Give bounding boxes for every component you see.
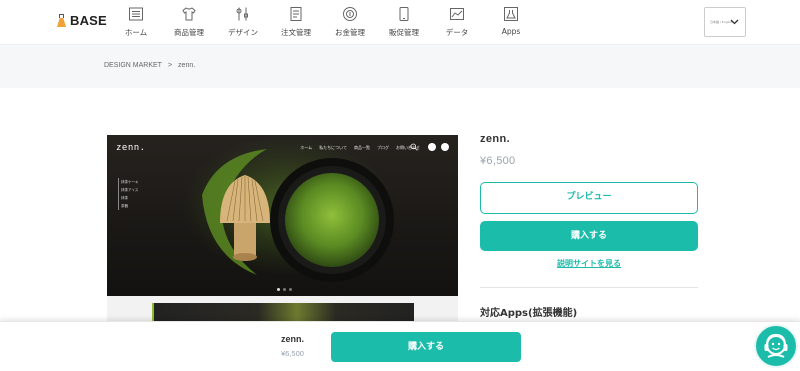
breadcrumb-root-link[interactable]: DESIGN MARKET [104,62,162,69]
nav-products-label: 商品管理 [174,28,204,37]
supported-apps-heading: 対応Apps(拡張機能) [480,308,578,319]
hero-side-item: 抹茶ケーキ [121,180,139,184]
nav-money[interactable]: お金管理 [327,6,373,38]
product-title: zenn. [480,133,511,145]
hero-cart-icon [441,143,449,151]
nav-design[interactable]: デザイン [220,6,266,38]
base-logo[interactable]: BASE [56,13,107,28]
hero-account-icon [428,143,436,151]
product-price: ¥6,500 [480,155,516,167]
matcha-illustration [182,135,394,282]
preview-button[interactable]: プレビュー [480,182,698,214]
nav-promotion-label: 販促管理 [389,28,419,37]
hero-menu-item: ブログ [377,145,389,150]
sticky-product-name: zenn. [281,334,305,344]
tshirt-icon [182,7,196,21]
theme-preview-lower [107,296,458,321]
hero-menu-item: ホーム [300,145,313,150]
flask-logo-icon [56,14,67,27]
carousel-dot [277,288,280,291]
chart-icon [450,8,464,20]
theme-preview-strip [152,303,414,321]
divider [480,287,698,288]
manual-site-link[interactable]: 説明サイトを見る [480,258,698,269]
logo-text: BASE [70,13,107,28]
sticky-buy-button[interactable]: 購入する [331,332,521,362]
nav-data[interactable]: データ [434,6,480,38]
hero-side-item: 抹茶 [121,196,128,200]
carousel-dots [277,288,292,291]
nav-home-label: ホーム [124,28,148,37]
design-tools-icon [236,7,248,21]
buy-button[interactable]: 購入する [480,221,698,251]
phone-icon [399,7,409,21]
carousel-dot [289,288,292,291]
hero-side-menu: 抹茶ケーキ 抹茶アイス 抹茶 茶器 [118,178,139,210]
theme-preview-image: zenn. ホーム 私たちについて 商品一覧 ブログ お問い合わせ 抹茶ケーキ … [107,135,458,321]
sticky-product-price: ¥6,500 [281,349,304,358]
hero-menu: ホーム 私たちについて 商品一覧 ブログ お問い合わせ [300,145,420,151]
theme-hero: zenn. ホーム 私たちについて 商品一覧 ブログ お問い合わせ 抹茶ケーキ … [107,135,458,296]
breadcrumb-band: DESIGN MARKET > zenn. [0,44,800,88]
flask-icon [504,7,518,21]
hero-menu-item: 商品一覧 [354,145,370,150]
home-list-icon [129,7,143,21]
hero-side-item: 抹茶アイス [121,188,139,192]
nav-orders-label: 注文管理 [281,28,311,37]
headset-support-icon [764,333,788,358]
nav-promotion[interactable]: 販促管理 [381,6,427,38]
carousel-dot [283,288,286,291]
hero-side-item: 茶器 [121,204,128,208]
nav-apps-label: Apps [501,27,521,36]
money-icon [343,7,357,21]
nav-design-label: デザイン [228,28,258,37]
chevron-down-icon [730,19,739,25]
nav-home[interactable]: ホーム [113,6,159,38]
breadcrumb-current: zenn. [178,62,196,69]
nav-apps[interactable]: Apps [488,6,534,36]
nav-data-label: データ [445,28,469,37]
sticky-purchase-bar: zenn. ¥6,500 購入する [0,321,800,371]
language-select[interactable]: 日本語 / English [704,7,746,37]
breadcrumb: DESIGN MARKET > zenn. [104,62,195,69]
order-doc-icon [290,7,302,21]
top-header: BASE ホーム 商品管理 デザイン 注文管理 お金管理 販促管理 データ Ap… [0,0,800,44]
hero-brand: zenn. [116,143,146,153]
support-chat-button[interactable] [754,324,798,368]
breadcrumb-separator: > [167,62,173,69]
nav-orders[interactable]: 注文管理 [273,6,319,38]
nav-products[interactable]: 商品管理 [166,6,212,38]
nav-money-label: お金管理 [335,28,365,37]
hero-icons [428,143,449,151]
hero-search-icon [410,143,418,151]
hero-menu-item: 私たちについて [319,145,347,150]
